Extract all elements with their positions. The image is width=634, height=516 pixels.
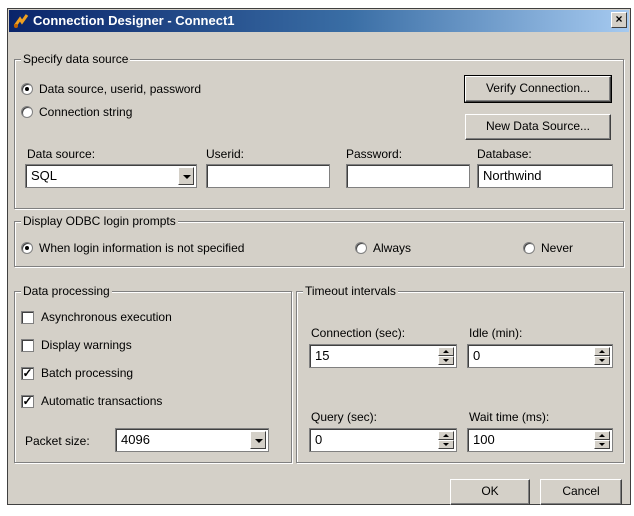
- display-warnings-label[interactable]: Display warnings: [41, 338, 132, 352]
- data-processing-legend: Data processing: [21, 284, 112, 298]
- radio-connection-string[interactable]: [21, 106, 33, 118]
- wait-time-spinner[interactable]: 100: [467, 428, 613, 452]
- radio-userid-password[interactable]: [21, 83, 33, 95]
- wait-time-value: 100: [473, 432, 495, 447]
- connection-timeout-label: Connection (sec):: [311, 326, 406, 340]
- data-processing-group: Data processing Asynchronous execution D…: [14, 284, 292, 463]
- timeout-legend: Timeout intervals: [303, 284, 398, 298]
- spinner-arrows-icon[interactable]: [438, 347, 454, 365]
- radio-userid-password-label[interactable]: Data source, userid, password: [39, 82, 201, 96]
- batch-processing-checkbox[interactable]: ✓: [21, 367, 34, 380]
- automatic-transactions-checkbox[interactable]: ✓: [21, 395, 34, 408]
- packet-size-combo[interactable]: 4096: [115, 428, 269, 452]
- new-data-source-button[interactable]: New Data Source...: [465, 114, 611, 140]
- idle-timeout-spinner[interactable]: 0: [467, 344, 613, 368]
- radio-connection-string-label[interactable]: Connection string: [39, 105, 132, 119]
- cancel-button[interactable]: Cancel: [540, 479, 622, 505]
- radio-never-label[interactable]: Never: [541, 241, 573, 255]
- close-button[interactable]: ×: [611, 12, 627, 28]
- spinner-arrows-icon[interactable]: [594, 347, 610, 365]
- odbc-legend: Display ODBC login prompts: [21, 214, 178, 228]
- data-source-combo[interactable]: SQL: [25, 164, 197, 188]
- verify-connection-button[interactable]: Verify Connection...: [464, 75, 612, 103]
- password-input[interactable]: [346, 164, 470, 188]
- database-label: Database:: [477, 147, 532, 161]
- chevron-down-icon[interactable]: [178, 167, 194, 185]
- data-source-value: SQL: [31, 168, 58, 183]
- query-timeout-label: Query (sec):: [311, 410, 378, 424]
- data-source-label: Data source:: [27, 147, 96, 161]
- spinner-arrows-icon[interactable]: [594, 431, 610, 449]
- idle-timeout-value: 0: [473, 348, 481, 363]
- odbc-login-prompts-group: Display ODBC login prompts When login in…: [14, 214, 624, 267]
- packet-size-label: Packet size:: [25, 434, 90, 448]
- batch-processing-label[interactable]: Batch processing: [41, 366, 133, 380]
- chevron-down-icon[interactable]: [250, 431, 266, 449]
- title-bar[interactable]: Connection Designer - Connect1 ×: [9, 10, 629, 32]
- data-source-legend: Specify data source: [21, 52, 131, 66]
- spinner-arrows-icon[interactable]: [438, 431, 454, 449]
- database-input[interactable]: Northwind: [477, 164, 613, 188]
- ok-button[interactable]: OK: [450, 479, 530, 505]
- automatic-transactions-label[interactable]: Automatic transactions: [41, 394, 162, 408]
- query-timeout-spinner[interactable]: 0: [309, 428, 457, 452]
- connection-designer-dialog: Connection Designer - Connect1 × Specify…: [7, 8, 631, 505]
- idle-timeout-label: Idle (min):: [469, 326, 523, 340]
- asynchronous-execution-label[interactable]: Asynchronous execution: [41, 310, 172, 324]
- connection-timeout-spinner[interactable]: 15: [309, 344, 457, 368]
- query-timeout-value: 0: [315, 432, 323, 447]
- timeout-intervals-group: Timeout intervals Connection (sec): 15 I…: [296, 284, 624, 463]
- radio-always-label[interactable]: Always: [373, 241, 411, 255]
- connection-designer-icon: [13, 14, 29, 28]
- window-title: Connection Designer - Connect1: [33, 13, 235, 28]
- wait-time-label: Wait time (ms):: [469, 410, 550, 424]
- asynchronous-execution-checkbox[interactable]: [21, 311, 34, 324]
- display-warnings-checkbox[interactable]: [21, 339, 34, 352]
- userid-label: Userid:: [206, 147, 245, 161]
- packet-size-value: 4096: [121, 432, 150, 447]
- radio-when-not-specified[interactable]: [21, 242, 33, 254]
- specify-data-source-group: Specify data source Data source, userid,…: [14, 52, 624, 209]
- connection-timeout-value: 15: [315, 348, 330, 363]
- userid-input[interactable]: [206, 164, 330, 188]
- radio-always[interactable]: [355, 242, 367, 254]
- radio-when-not-specified-label[interactable]: When login information is not specified: [39, 241, 244, 255]
- radio-never[interactable]: [523, 242, 535, 254]
- password-label: Password:: [346, 147, 403, 161]
